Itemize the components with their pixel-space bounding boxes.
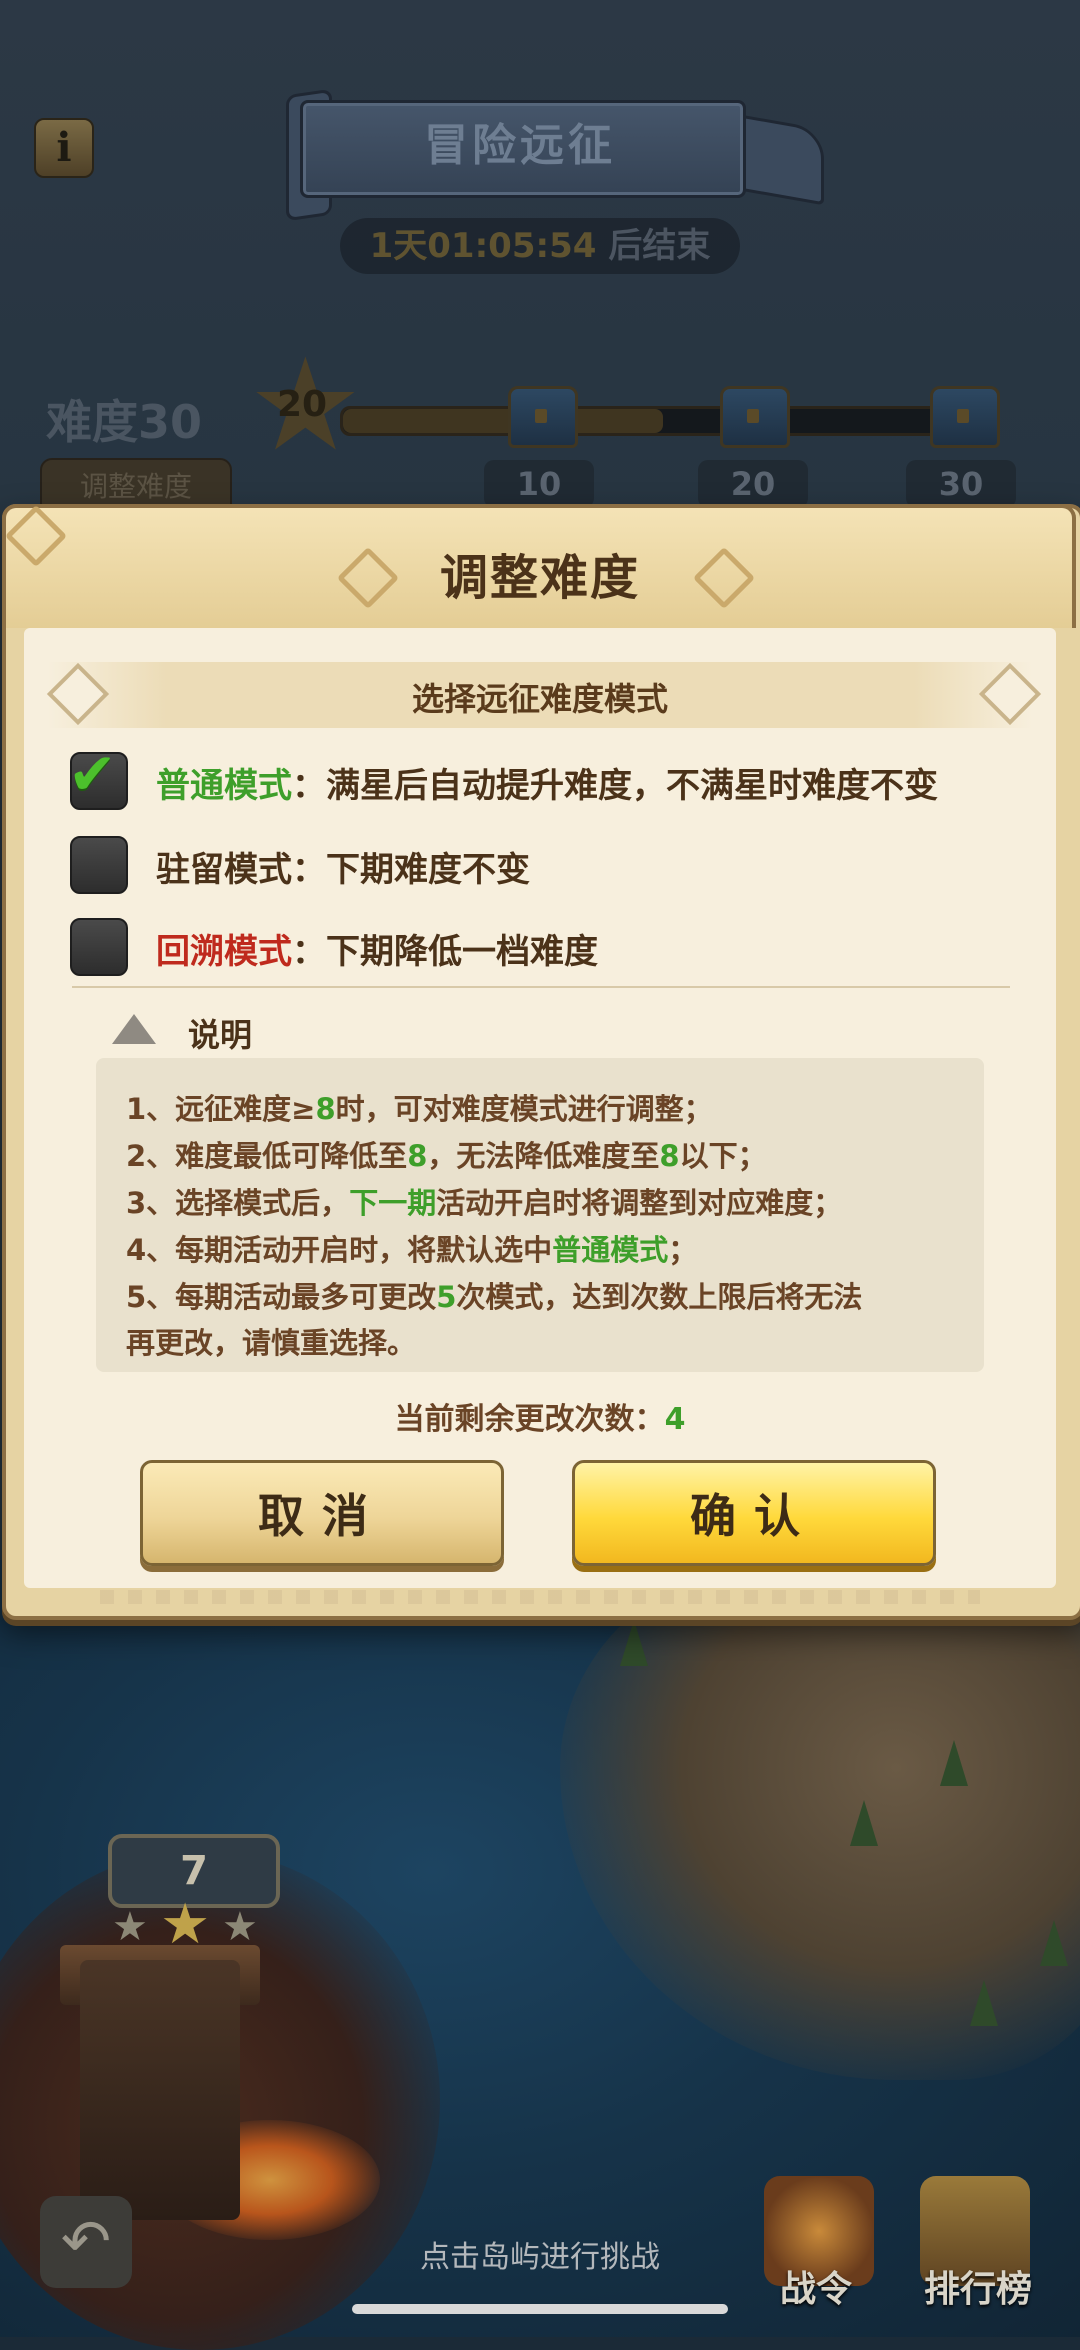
- confirm-button[interactable]: 确认: [572, 1460, 936, 1566]
- mode-name: 回溯模式: [156, 932, 292, 972]
- tree-icon: [940, 1740, 968, 1786]
- timer-value: 1天01:05:54: [369, 226, 597, 266]
- chest-icon[interactable]: [930, 386, 1000, 448]
- difficulty-label: 难度30: [46, 395, 203, 449]
- star-progress-fill: [343, 409, 663, 433]
- explain-title: 说明: [188, 1016, 253, 1054]
- dialog-title: 调整难度: [439, 550, 640, 606]
- chest-icon[interactable]: [508, 386, 578, 448]
- challenge-hint: 点击岛屿进行挑战: [420, 2240, 660, 2275]
- info-button[interactable]: i: [34, 118, 94, 178]
- timer-suffix: 后结束: [608, 226, 711, 266]
- mode-name: 普通模式: [156, 766, 292, 806]
- divider: [72, 986, 1010, 988]
- rollback-mode-option[interactable]: 回溯模式：下期降低一档难度: [156, 924, 598, 973]
- note-4: 4、每期活动开启时，将默认选中普通模式；: [126, 1233, 698, 1267]
- star-icon: ★: [160, 1892, 211, 1957]
- note-3: 3、选择模式后，下一期活动开启时将调整到对应难度；: [126, 1186, 843, 1220]
- remaining-count: 4: [664, 1402, 686, 1437]
- note-5: 5、每期活动最多可更改5次模式，达到次数上限后将无法: [126, 1280, 863, 1314]
- ranking-label[interactable]: 排行榜: [924, 2260, 1032, 2312]
- milestone-label: 30: [906, 460, 1016, 508]
- volcano-tower[interactable]: [80, 1960, 240, 2220]
- countdown-timer: 1天01:05:54 后结束: [340, 218, 740, 274]
- cancel-button[interactable]: 取消: [140, 1460, 504, 1566]
- star-progress-track: [340, 406, 986, 436]
- mode-description: 下期难度不变: [326, 850, 530, 890]
- mode-description: 满星后自动提升难度，不满星时难度不变: [326, 766, 938, 806]
- chest-icon[interactable]: [720, 386, 790, 448]
- section-title: 选择远征难度模式: [411, 680, 668, 718]
- note-5-cont: 再更改，请慎重选择。: [126, 1326, 417, 1360]
- stay-mode-option[interactable]: 驻留模式：下期难度不变: [156, 842, 530, 891]
- mode-name: 驻留模式: [156, 850, 292, 890]
- tree-icon: [970, 1980, 998, 2026]
- checkmark-icon: ✔: [68, 740, 117, 808]
- rollback-mode-checkbox[interactable]: [70, 918, 128, 976]
- normal-mode-option[interactable]: 普通模式：满星后自动提升难度，不满星时难度不变: [156, 758, 938, 807]
- tree-icon: [1040, 1920, 1068, 1966]
- star-icon: ★: [112, 1904, 148, 1950]
- dialog-bottom-trim: [100, 1590, 980, 1604]
- star-icon: ★: [222, 1904, 258, 1950]
- home-indicator[interactable]: [352, 2304, 728, 2314]
- normal-mode-checkbox[interactable]: ✔: [68, 740, 128, 810]
- page-title: 冒险远征: [424, 120, 616, 171]
- current-stars: 20: [276, 384, 328, 425]
- battle-pass-label[interactable]: 战令: [780, 2260, 852, 2312]
- milestone-label: 20: [698, 460, 808, 508]
- stay-mode-checkbox[interactable]: [70, 836, 128, 894]
- triangle-icon: [112, 1014, 156, 1044]
- note-2: 2、难度最低可降低至8，无法降低难度至8以下；: [126, 1139, 767, 1173]
- note-1: 1、远征难度≥8时，可对难度模式进行调整；: [126, 1092, 713, 1126]
- tree-icon: [620, 1620, 648, 1666]
- milestone-label: 10: [484, 460, 594, 508]
- remaining-changes: 当前剩余更改次数：4: [394, 1402, 686, 1437]
- tree-icon: [850, 1800, 878, 1846]
- mode-description: 下期降低一档难度: [326, 932, 598, 972]
